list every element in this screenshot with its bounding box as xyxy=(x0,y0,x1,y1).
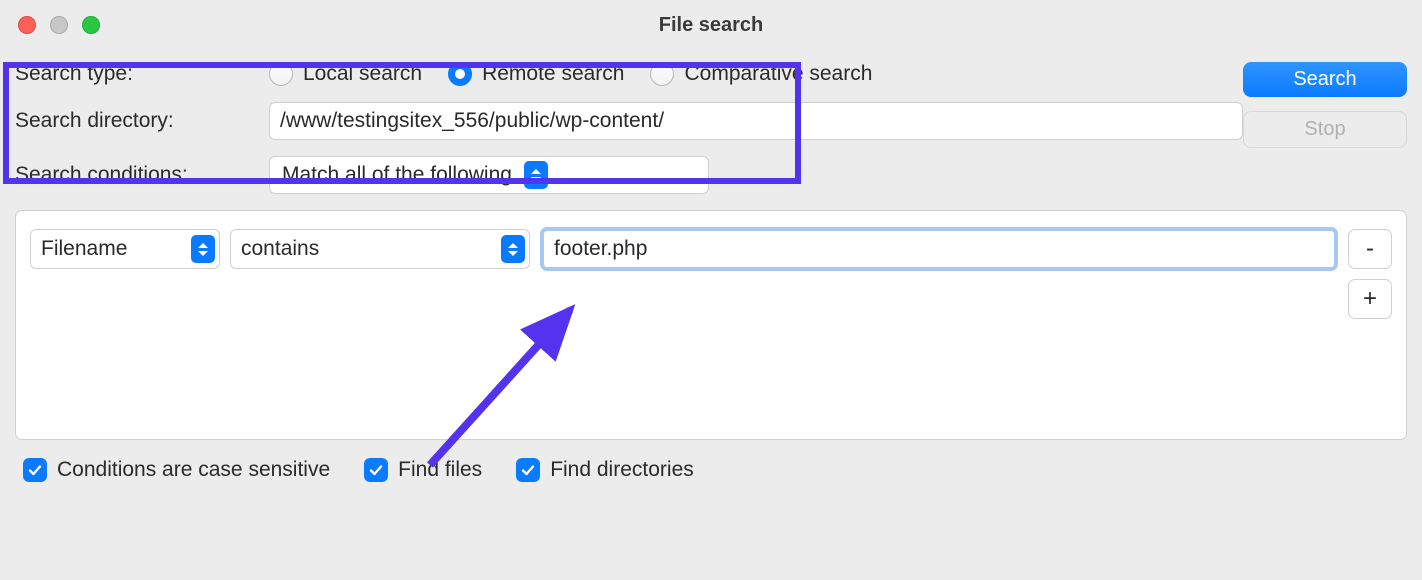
minimize-window-button[interactable] xyxy=(50,16,68,34)
traffic-lights xyxy=(18,16,100,34)
condition-field-select[interactable]: Filename xyxy=(30,229,220,269)
titlebar: File search xyxy=(0,0,1422,50)
remove-condition-button[interactable]: - xyxy=(1348,229,1392,269)
radio-label: Comparative search xyxy=(684,62,872,86)
updown-arrows-icon xyxy=(501,235,525,263)
checkbox-find-files[interactable]: Find files xyxy=(364,458,482,482)
checkbox-label: Conditions are case sensitive xyxy=(57,458,330,482)
conditions-panel: Filename contains - + xyxy=(15,210,1407,440)
action-buttons: Search Stop xyxy=(1243,62,1407,148)
radio-icon xyxy=(269,62,293,86)
search-conditions-mode-select[interactable]: Match all of the following xyxy=(269,156,709,194)
updown-arrows-icon xyxy=(524,161,548,189)
close-window-button[interactable] xyxy=(18,16,36,34)
stop-button[interactable]: Stop xyxy=(1243,111,1407,148)
content-area: Search type: Local search Remote search … xyxy=(0,50,1422,500)
condition-value-input[interactable] xyxy=(540,227,1338,271)
radio-comparative-search[interactable]: Comparative search xyxy=(650,62,872,86)
checkbox-icon xyxy=(23,458,47,482)
checkbox-label: Find files xyxy=(398,458,482,482)
select-text: Match all of the following xyxy=(282,163,512,187)
search-type-radio-group: Local search Remote search Comparative s… xyxy=(269,62,872,86)
select-text: Filename xyxy=(41,237,179,261)
checkbox-icon xyxy=(364,458,388,482)
options-checkboxes: Conditions are case sensitive Find files… xyxy=(15,440,1407,500)
radio-local-search[interactable]: Local search xyxy=(269,62,422,86)
radio-label: Remote search xyxy=(482,62,624,86)
condition-row: Filename contains - xyxy=(30,227,1392,271)
maximize-window-button[interactable] xyxy=(82,16,100,34)
checkbox-find-directories[interactable]: Find directories xyxy=(516,458,694,482)
radio-icon xyxy=(448,62,472,86)
checkbox-icon xyxy=(516,458,540,482)
condition-operator-select[interactable]: contains xyxy=(230,229,530,269)
search-type-row: Search type: Local search Remote search … xyxy=(15,62,1243,86)
updown-arrows-icon xyxy=(191,235,215,263)
radio-remote-search[interactable]: Remote search xyxy=(448,62,624,86)
search-directory-label: Search directory: xyxy=(15,109,255,133)
select-text: contains xyxy=(241,237,489,261)
search-conditions-label: Search conditions: xyxy=(15,163,255,187)
search-directory-row: Search directory: xyxy=(15,102,1243,140)
radio-label: Local search xyxy=(303,62,422,86)
checkbox-label: Find directories xyxy=(550,458,694,482)
search-directory-input[interactable] xyxy=(269,102,1243,140)
add-condition-button[interactable]: + xyxy=(1348,279,1392,319)
radio-icon xyxy=(650,62,674,86)
search-button[interactable]: Search xyxy=(1243,62,1407,97)
checkbox-case-sensitive[interactable]: Conditions are case sensitive xyxy=(23,458,330,482)
search-type-label: Search type: xyxy=(15,62,255,86)
window-title: File search xyxy=(18,14,1404,37)
search-conditions-row: Search conditions: Match all of the foll… xyxy=(15,156,1407,194)
